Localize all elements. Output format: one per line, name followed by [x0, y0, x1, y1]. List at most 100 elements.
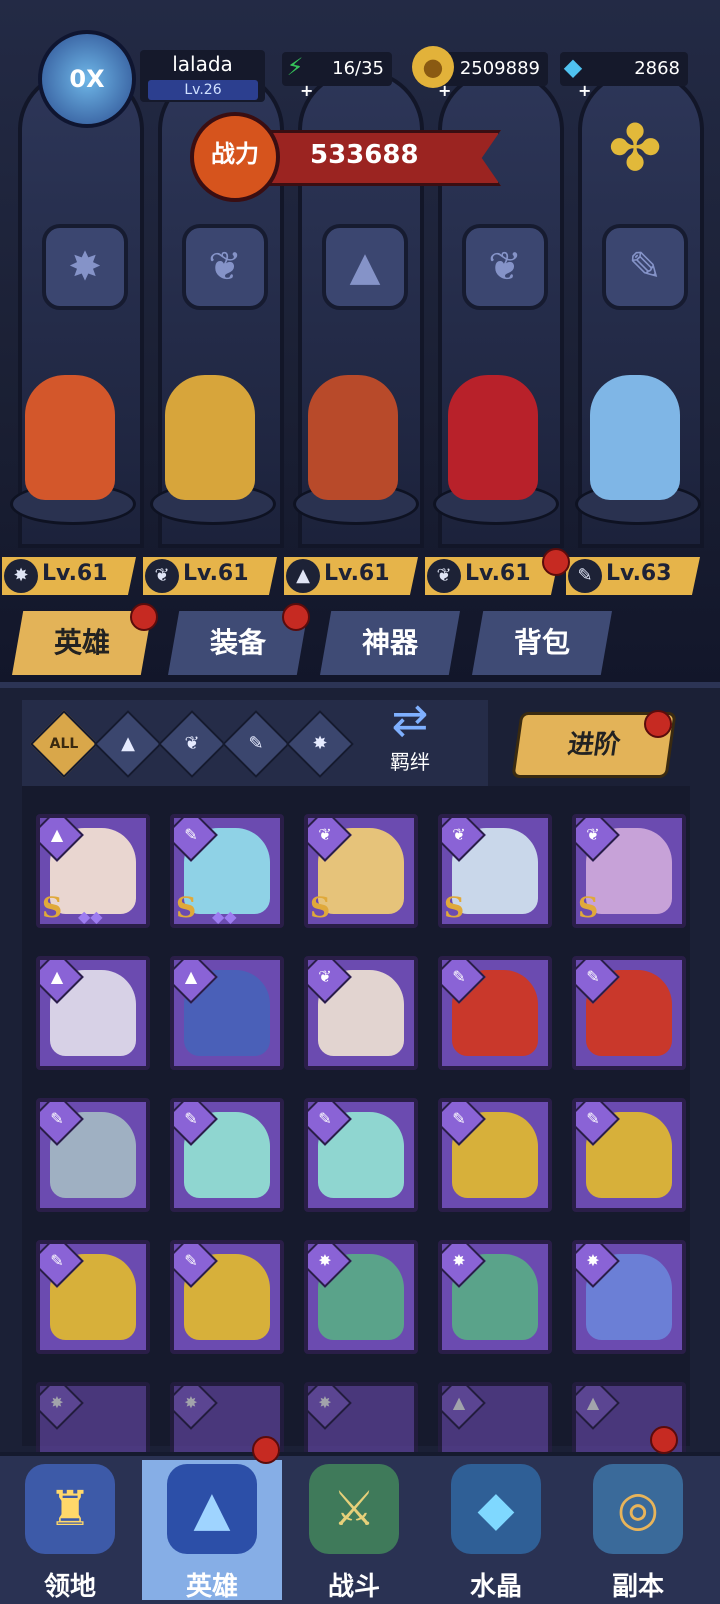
hero-figure	[308, 375, 398, 500]
gold-counter[interactable]: ● + 2509889	[412, 46, 548, 100]
crystal-icon: ◆	[451, 1464, 541, 1554]
nav-dungeon[interactable]: ◎ 副本	[568, 1460, 708, 1602]
nav-label: 英雄	[185, 1572, 238, 1602]
wizard-hat-icon: ▲	[442, 1386, 486, 1430]
lineup-hero-3[interactable]	[288, 375, 419, 525]
hero-figure	[165, 375, 255, 500]
bond-label: 羁绊	[390, 750, 430, 774]
lineup-hero-5[interactable]	[570, 375, 701, 525]
stamina-counter[interactable]: ⚡ + 16/35	[282, 52, 392, 100]
hero-card[interactable]: ❦	[304, 956, 418, 1070]
hero-card[interactable]: ✎	[170, 1098, 284, 1212]
notification-dot	[644, 710, 672, 738]
hero-card[interactable]: ✎	[438, 1098, 552, 1212]
hero-level: Lv.63	[606, 561, 672, 586]
player-name: lalada	[172, 52, 233, 76]
gem-value: 2868	[634, 58, 680, 79]
hero-card[interactable]: ✸	[572, 1240, 686, 1354]
filter-all-label: ALL	[49, 736, 79, 752]
rank-badge: S	[310, 891, 331, 924]
gem-counter[interactable]: ◆ + 2868	[560, 52, 688, 100]
power-label: 战力	[190, 112, 280, 202]
claw-icon: ✸	[40, 1386, 84, 1430]
hero-level: Lv.61	[42, 561, 108, 586]
hero-card[interactable]: ▲	[36, 956, 150, 1070]
wing-emblem-icon: ❦	[462, 224, 548, 310]
notification-dot	[130, 603, 158, 631]
hero-card[interactable]: ✎	[36, 1240, 150, 1354]
hero-card[interactable]: ▲ S ◆◆	[36, 814, 150, 928]
notification-dot	[650, 1426, 678, 1454]
bond-button[interactable]: ⇄ 羁绊	[365, 696, 455, 786]
hero-card[interactable]: ❦ S	[572, 814, 686, 928]
hero-card[interactable]: ❦ S	[438, 814, 552, 928]
hero-card[interactable]: ✎	[304, 1098, 418, 1212]
portal-icon: ◎	[593, 1464, 683, 1554]
add-stamina-icon[interactable]: +	[300, 74, 313, 108]
section-tabs: 英雄 装备 神器 背包	[0, 603, 720, 683]
nav-label: 战斗	[327, 1572, 380, 1602]
wing-emblem-icon: ❦	[182, 224, 268, 310]
claw-emblem-icon: ✸	[42, 224, 128, 310]
hero-card[interactable]: ✎	[572, 956, 686, 1070]
rank-badge: S	[176, 891, 197, 924]
hero-level: Lv.61	[465, 561, 531, 586]
castle-icon: ♜	[25, 1464, 115, 1554]
lineup-hero-2[interactable]	[145, 375, 276, 525]
wizard-hat-icon: ▲	[576, 1386, 620, 1430]
lineup-hero-4[interactable]	[428, 375, 559, 525]
avatar-badge: 0X	[69, 65, 105, 93]
hero-roster-grid: ▲ S ◆◆ ✎ S ◆◆ ❦ S ❦ S ❦ S ▲ ▲ ❦ ✎ ✎ ✎ ✎ ✎ ✎ ✎ ✎…	[22, 786, 690, 1496]
nav-crystal[interactable]: ◆ 水晶	[426, 1460, 566, 1602]
stamina-value: 16/35	[332, 58, 384, 79]
hero-card[interactable]: ✎	[170, 1240, 284, 1354]
hero-card[interactable]: ❦ S	[304, 814, 418, 928]
nav-territory[interactable]: ♜ 领地	[0, 1460, 140, 1602]
hero-card[interactable]: ✎	[438, 956, 552, 1070]
wing-icon: ❦	[427, 559, 461, 593]
player-avatar[interactable]: 0X	[38, 30, 136, 128]
notification-dot	[252, 1436, 280, 1464]
hero-card[interactable]: ✎	[36, 1098, 150, 1212]
nav-label: 领地	[43, 1572, 96, 1602]
player-namebox: lalada Lv.26	[140, 50, 265, 102]
wizard-hat-icon: ▲	[286, 559, 320, 593]
add-gems-icon[interactable]: +	[578, 74, 591, 108]
hero-level: Lv.61	[324, 561, 390, 586]
claw-icon: ✸	[4, 559, 38, 593]
claw-icon: ✸	[174, 1386, 218, 1430]
nav-heroes[interactable]: ▲ 英雄	[142, 1460, 282, 1602]
lineup-hero-1[interactable]	[5, 375, 136, 525]
nav-label: 副本	[611, 1572, 664, 1602]
wing-icon: ❦	[145, 559, 179, 593]
wizard-hat-emblem-icon: ▲	[322, 224, 408, 310]
claw-icon: ✸	[308, 1386, 352, 1430]
player-level: Lv.26	[148, 80, 258, 100]
notification-dot	[282, 603, 310, 631]
gold-value: 2509889	[459, 58, 540, 79]
nav-label: 水晶	[469, 1572, 522, 1602]
hero-card[interactable]: ✎ S ◆◆	[170, 814, 284, 928]
sword-icon: ⚔	[309, 1464, 399, 1554]
hero-level: Lv.61	[183, 561, 249, 586]
tab-artifacts[interactable]: 神器	[320, 611, 460, 675]
hero-level-tag: ✸ Lv.61	[2, 557, 136, 595]
wrench-icon: ✎	[568, 559, 602, 593]
rank-badge: S	[578, 891, 599, 924]
settings-flower-icon[interactable]: ✤	[596, 110, 674, 188]
hero-level-tag: ❦ Lv.61	[425, 557, 559, 595]
hero-card[interactable]: ✎	[572, 1098, 686, 1212]
star-icon: ◆◆	[212, 907, 237, 926]
hero-card[interactable]: ✸	[438, 1240, 552, 1354]
hero-figure	[25, 375, 115, 500]
nav-battle[interactable]: ⚔ 战斗	[284, 1460, 424, 1602]
tab-backpack[interactable]: 背包	[472, 611, 612, 675]
hero-level-tag: ▲ Lv.61	[284, 557, 418, 595]
add-gold-icon[interactable]: +	[438, 74, 451, 108]
hero-card[interactable]: ▲	[170, 956, 284, 1070]
bond-icon: ⇄	[391, 695, 429, 746]
combat-power: 战力 533688	[190, 112, 501, 202]
hero-card[interactable]: ✸	[304, 1240, 418, 1354]
power-value: 533688	[310, 140, 419, 170]
notification-dot	[542, 548, 570, 576]
